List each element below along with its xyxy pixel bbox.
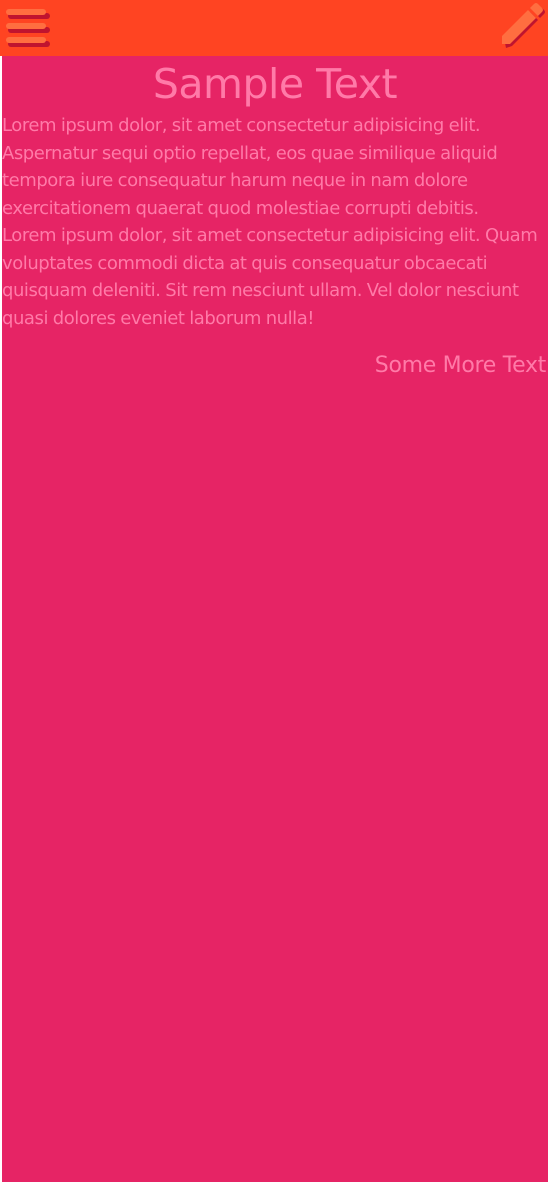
main-content: Sample Text Lorem ipsum dolor, sit amet … [2,56,548,1182]
body-paragraph: Lorem ipsum dolor, sit amet consectetur … [2,225,538,329]
menu-button[interactable] [0,0,56,56]
menu-icon [6,9,50,47]
edit-button[interactable] [492,0,548,56]
more-text: Some More Text [374,353,547,378]
body-paragraph: Lorem ipsum dolor, sit amet consectetur … [2,115,498,219]
app-screen: Sample Text Lorem ipsum dolor, sit amet … [0,0,548,1182]
top-app-bar [0,0,548,56]
page-title: Sample Text [152,60,398,108]
pencil-icon [502,3,545,48]
